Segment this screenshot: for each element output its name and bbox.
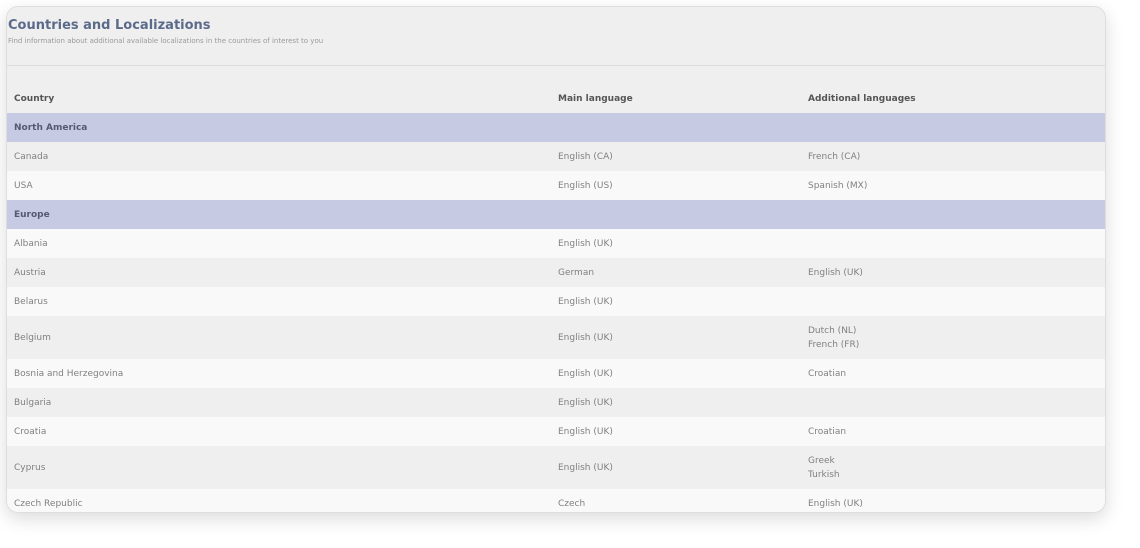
main-language-cell: English (UK)	[558, 296, 613, 307]
main-language-cell: German	[558, 267, 595, 278]
localizations-card: Countries and Localizations Find informa…	[6, 6, 1106, 513]
table-row: Canada English (CA) French (CA)	[7, 142, 1105, 171]
country-cell: Austria	[14, 267, 46, 278]
table-row: Bosnia and Herzegovina English (UK) Croa…	[7, 359, 1105, 388]
table-row: Cyprus English (UK) Greek Turkish	[7, 446, 1105, 489]
group-label: North America	[14, 122, 88, 133]
column-header-additional-languages: Additional languages	[808, 93, 916, 104]
group-row-europe: Europe	[7, 200, 1105, 229]
country-cell: Bulgaria	[14, 397, 52, 408]
additional-language: English (UK)	[808, 267, 863, 278]
main-language-cell: English (CA)	[558, 151, 613, 162]
country-cell: Albania	[14, 238, 48, 249]
main-language-cell: English (UK)	[558, 238, 613, 249]
group-label: Europe	[14, 209, 50, 220]
country-cell: Cyprus	[14, 462, 46, 473]
country-cell: Bosnia and Herzegovina	[14, 368, 124, 379]
additional-language: English (UK)	[808, 498, 863, 509]
column-header-main-language: Main language	[558, 93, 633, 104]
additional-language: Spanish (MX)	[808, 180, 868, 191]
table-row: Belgium English (UK) Dutch (NL) French (…	[7, 316, 1105, 359]
table-row: Albania English (UK)	[7, 229, 1105, 258]
additional-language: Turkish	[808, 469, 840, 480]
table-row: Belarus English (UK)	[7, 287, 1105, 316]
additional-language: French (CA)	[808, 151, 861, 162]
page-title: Countries and Localizations	[8, 18, 211, 33]
group-row-north-america: North America	[7, 113, 1105, 142]
additional-languages-cell: English (UK)	[808, 497, 1105, 511]
additional-language: Dutch (NL)	[808, 325, 857, 336]
main-language-cell: English (UK)	[558, 462, 613, 473]
additional-languages-cell: Spanish (MX)	[808, 179, 1105, 193]
additional-languages-cell: Croatian	[808, 425, 1105, 439]
country-cell: Belgium	[14, 332, 51, 343]
table-row: Austria German English (UK)	[7, 258, 1105, 287]
additional-language: Croatian	[808, 426, 847, 437]
additional-languages-cell: Greek Turkish	[808, 454, 1105, 482]
additional-languages-cell: Croatian	[808, 367, 1105, 381]
additional-language: Croatian	[808, 368, 847, 379]
main-language-cell: Czech	[558, 498, 586, 509]
localizations-table: Country Main language Additional languag…	[7, 66, 1105, 512]
additional-language: French (FR)	[808, 339, 860, 350]
table-row: Bulgaria English (UK)	[7, 388, 1105, 417]
card-header: Countries and Localizations Find informa…	[7, 7, 1105, 66]
country-cell: Croatia	[14, 426, 47, 437]
main-language-cell: English (UK)	[558, 332, 613, 343]
table-row: Croatia English (UK) Croatian	[7, 417, 1105, 446]
country-cell: USA	[14, 180, 33, 191]
additional-languages-cell: English (UK)	[808, 266, 1105, 280]
main-language-cell: English (US)	[558, 180, 613, 191]
column-header-country: Country	[14, 93, 55, 104]
main-language-cell: English (UK)	[558, 397, 613, 408]
country-cell: Czech Republic	[14, 498, 83, 509]
country-cell: Canada	[14, 151, 49, 162]
main-language-cell: English (UK)	[558, 426, 613, 437]
additional-languages-cell: French (CA)	[808, 150, 1105, 164]
country-cell: Belarus	[14, 296, 48, 307]
table-row: USA English (US) Spanish (MX)	[7, 171, 1105, 200]
additional-languages-cell: Dutch (NL) French (FR)	[808, 324, 1105, 352]
page-subtitle: Find information about additional availa…	[8, 37, 324, 45]
main-language-cell: English (UK)	[558, 368, 613, 379]
table-row: Czech Republic Czech English (UK)	[7, 489, 1105, 512]
table-header-row: Country Main language Additional languag…	[7, 66, 1105, 113]
additional-language: Greek	[808, 455, 835, 466]
